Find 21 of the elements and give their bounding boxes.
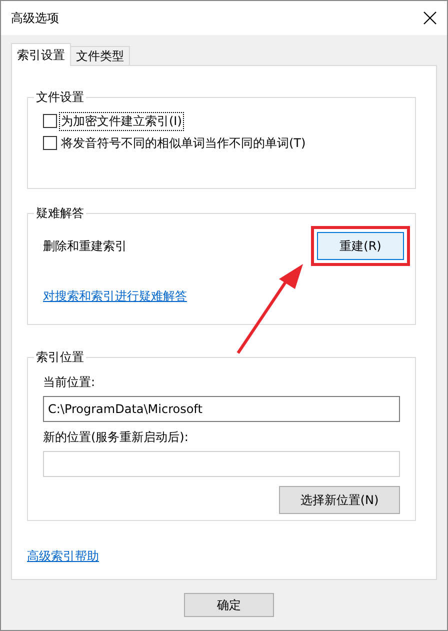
select-location-button[interactable]: 选择新位置(N) [279, 486, 400, 514]
checkbox-label: 为加密文件建立索引(I) [60, 112, 183, 130]
ok-button[interactable]: 确定 [184, 593, 274, 617]
group-title: 文件设置 [35, 89, 85, 106]
current-location-field[interactable]: C:\ProgramData\Microsoft [43, 396, 400, 422]
new-location-field[interactable] [43, 451, 400, 477]
field-label: 新的位置(服务重新启动后): [43, 429, 190, 446]
description-text: 删除和重建索引 [43, 238, 127, 254]
troubleshoot-link[interactable]: 对搜索和索引进行疑难解答 [43, 288, 400, 305]
group-title: 疑难解答 [35, 205, 85, 222]
checkbox[interactable] [43, 114, 57, 128]
close-icon[interactable] [423, 11, 437, 25]
window-title: 高级选项 [11, 10, 59, 26]
help-link[interactable]: 高级索引帮助 [27, 549, 99, 563]
rebuild-button[interactable]: 重建(R) [317, 232, 404, 260]
checkbox-label: 将发音符号不同的相似单词当作不同的单词(T) [60, 134, 307, 152]
checkbox[interactable] [43, 136, 57, 150]
field-label: 当前位置: [43, 374, 96, 391]
tab[interactable]: 索引设置 [11, 43, 71, 66]
group-title: 索引位置 [35, 349, 85, 366]
tab[interactable]: 文件类型 [70, 46, 130, 66]
